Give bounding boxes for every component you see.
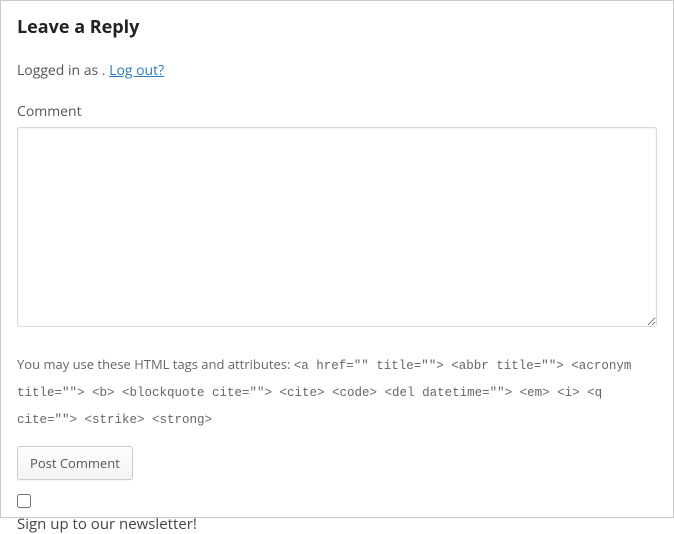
reply-title: Leave a Reply [17, 15, 657, 39]
allowed-tags-note: You may use these HTML tags and attribut… [17, 352, 657, 432]
comment-textarea[interactable] [17, 127, 657, 327]
newsletter-checkbox[interactable] [17, 494, 31, 508]
comment-form-container: Leave a Reply Logged in as . Log out? Co… [0, 0, 674, 518]
post-comment-button[interactable]: Post Comment [17, 446, 133, 480]
allowed-tags-prefix: You may use these HTML tags and attribut… [17, 355, 294, 373]
comment-label: Comment [17, 102, 657, 121]
newsletter-signup: Sign up to our newsletter! [17, 494, 657, 534]
logged-in-prefix: Logged in as [17, 61, 102, 80]
logged-in-status: Logged in as . Log out? [17, 61, 657, 80]
logout-link[interactable]: Log out? [109, 61, 164, 80]
newsletter-label: Sign up to our newsletter! [17, 514, 197, 534]
